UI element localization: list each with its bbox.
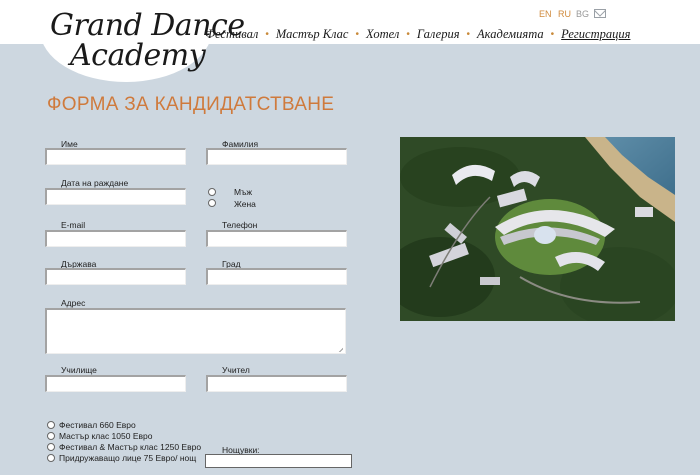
nav-item-academy[interactable]: Академията (477, 27, 544, 42)
mail-icon[interactable] (594, 9, 606, 18)
email-label: E-mail (61, 220, 86, 230)
package-festival-master-label: Фестивал & Мастър клас 1250 Евро (59, 442, 202, 452)
package-festival-label: Фестивал 660 Евро (59, 420, 136, 430)
birth-date-label: Дата на раждане (61, 178, 129, 188)
main-nav: Фестивал • Мастър Клас • Хотел • Галерия… (205, 26, 630, 42)
package-master-class-label: Мастър клас 1050 Евро (59, 431, 153, 441)
first-name-input[interactable] (45, 148, 186, 165)
gender-female-radio[interactable] (208, 199, 216, 207)
package-festival-radio[interactable] (47, 421, 55, 429)
nav-separator-dot: • (406, 28, 410, 40)
nav-separator-dot: • (550, 28, 555, 40)
package-companion-radio[interactable] (47, 454, 55, 462)
nav-item-festival[interactable]: Фестивал (205, 27, 258, 42)
nav-item-hotel[interactable]: Хотел (366, 27, 399, 42)
gender-male-label: Мъж (234, 187, 253, 197)
lang-bg[interactable]: BG (576, 9, 589, 19)
school-input[interactable] (45, 375, 186, 392)
phone-input[interactable] (206, 230, 347, 247)
address-textarea[interactable] (45, 308, 346, 354)
address-label: Адрес (61, 298, 86, 308)
resort-aerial-photo (400, 137, 675, 321)
nav-item-master-class[interactable]: Мастър Клас (276, 27, 349, 42)
birth-date-input[interactable] (45, 188, 186, 205)
nights-input[interactable] (205, 454, 352, 468)
school-label: Училище (61, 365, 97, 375)
city-input[interactable] (206, 268, 347, 285)
teacher-label: Учител (222, 365, 250, 375)
nav-item-gallery[interactable]: Галерия (417, 27, 460, 42)
nav-separator-dot: • (466, 28, 471, 40)
teacher-input[interactable] (206, 375, 347, 392)
nav-separator-dot: • (355, 28, 359, 40)
last-name-input[interactable] (206, 148, 347, 165)
phone-label: Телефон (222, 220, 258, 230)
package-companion-label: Придружаващо лице 75 Евро/ нощ (59, 453, 197, 463)
email-input[interactable] (45, 230, 186, 247)
gender-female-label: Жена (234, 199, 256, 209)
nav-separator-dot: • (265, 28, 269, 40)
lang-ru[interactable]: RU (558, 9, 571, 19)
nav-item-registration[interactable]: Регистрация (561, 27, 630, 42)
lang-en[interactable]: EN (539, 9, 552, 19)
package-festival-master-radio[interactable] (47, 443, 55, 451)
page-title: ФОРМА ЗА КАНДИДАТСТВАНЕ (47, 94, 335, 115)
country-input[interactable] (45, 268, 186, 285)
package-master-class-radio[interactable] (47, 432, 55, 440)
logo-line-2[interactable]: Academy (70, 38, 206, 73)
gender-male-radio[interactable] (208, 188, 216, 196)
resize-handle-icon[interactable] (336, 345, 343, 352)
